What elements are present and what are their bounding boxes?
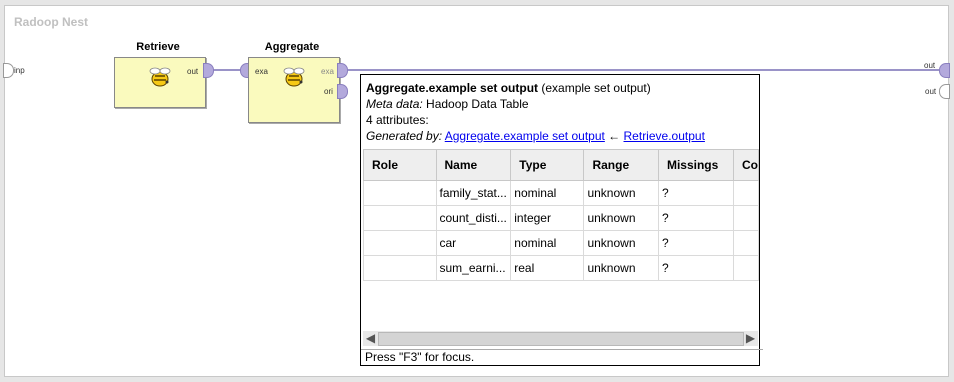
cell-missings: ? [657, 180, 734, 206]
tooltip-meta-data: Meta data: Hadoop Data Table [366, 97, 529, 111]
cell-type: nominal [510, 180, 585, 206]
column-header-role[interactable]: Role [363, 149, 437, 181]
cell-missings: ? [657, 230, 734, 256]
column-header-name[interactable]: Name [435, 149, 512, 181]
scroll-left-icon[interactable]: ◀ [363, 331, 378, 346]
meta-data-label: Meta data: [366, 97, 423, 111]
generated-by-arrow: ← [604, 129, 624, 143]
cell-missings: ? [657, 255, 734, 281]
process-output-port-2[interactable] [939, 84, 950, 99]
column-header-range[interactable]: Range [583, 149, 659, 181]
hadoop-icon [149, 67, 171, 87]
tooltip-title: Aggregate.example set output (example se… [366, 81, 651, 95]
retrieve-operator-name: Retrieve [136, 41, 180, 53]
retrieve-out-port-label: out [187, 67, 199, 76]
aggregate-operator[interactable]: exa exa ori [248, 57, 340, 123]
port-metadata-tooltip: Aggregate.example set output (example se… [360, 74, 763, 366]
scroll-right-icon[interactable]: ▶ [743, 331, 758, 346]
table-row[interactable]: sum_earni... real unknown ? [363, 255, 760, 281]
process-output-port-label-1: out [924, 61, 936, 70]
cell-role [363, 230, 437, 256]
process-input-port-label: inp [14, 66, 25, 75]
cell-name: sum_earni... [435, 255, 512, 281]
connection-aggregate-output[interactable] [346, 69, 939, 71]
column-header-type[interactable]: Type [510, 149, 585, 181]
cell-name: count_disti... [435, 205, 512, 231]
generated-by-link-retrieve[interactable]: Retrieve.output [624, 129, 705, 143]
tooltip-generated-by: Generated by: Aggregate.example set outp… [366, 129, 705, 143]
cell-co [732, 255, 760, 281]
cell-name: family_stat... [435, 180, 512, 206]
meta-data-value: Hadoop Data Table [422, 97, 529, 111]
cell-role [363, 255, 437, 281]
retrieve-operator[interactable]: out [114, 57, 206, 108]
hadoop-icon [283, 67, 305, 87]
cell-type: integer [510, 205, 585, 231]
aggregate-in-port-label: exa [255, 67, 268, 76]
cell-role [363, 205, 437, 231]
table-row[interactable]: count_disti... integer unknown ? [363, 205, 760, 231]
tooltip-title-bold: Aggregate.example set output [366, 81, 539, 95]
generated-by-link-aggregate[interactable]: Aggregate.example set output [445, 129, 605, 143]
generated-by-label: Generated by: [366, 129, 443, 143]
process-title: Radoop Nest [14, 15, 89, 29]
table-header-row: Role Name Type Range Missings Co [363, 149, 760, 181]
cell-name: car [435, 230, 512, 256]
process-output-port-1[interactable] [939, 63, 950, 78]
table-row[interactable]: car nominal unknown ? [363, 230, 760, 256]
cell-co [732, 180, 760, 206]
cell-type: real [510, 255, 585, 281]
cell-type: nominal [510, 230, 585, 256]
column-header-co[interactable]: Co [732, 149, 760, 181]
table-row[interactable]: family_stat... nominal unknown ? [363, 180, 760, 206]
tooltip-status-bar: Press "F3" for focus. [361, 349, 763, 366]
cell-co [732, 230, 760, 256]
tooltip-attributes-count: 4 attributes: [366, 113, 429, 127]
scrollbar-thumb[interactable] [378, 332, 744, 346]
aggregate-ori-port-label: ori [324, 87, 333, 96]
cell-range: unknown [583, 230, 659, 256]
cell-range: unknown [583, 205, 659, 231]
aggregate-out-port-label: exa [321, 67, 334, 76]
horizontal-scrollbar[interactable]: ◀ ▶ [363, 331, 758, 346]
column-header-missings[interactable]: Missings [657, 149, 734, 181]
aggregate-operator-name: Aggregate [264, 41, 320, 53]
cell-co [732, 205, 760, 231]
cell-range: unknown [583, 180, 659, 206]
cell-missings: ? [657, 205, 734, 231]
tooltip-title-rest: (example set output) [538, 81, 651, 95]
cell-range: unknown [583, 255, 659, 281]
cell-role [363, 180, 437, 206]
process-output-port-label-2: out [925, 87, 937, 96]
metadata-table: Role Name Type Range Missings Co family_… [363, 149, 760, 281]
